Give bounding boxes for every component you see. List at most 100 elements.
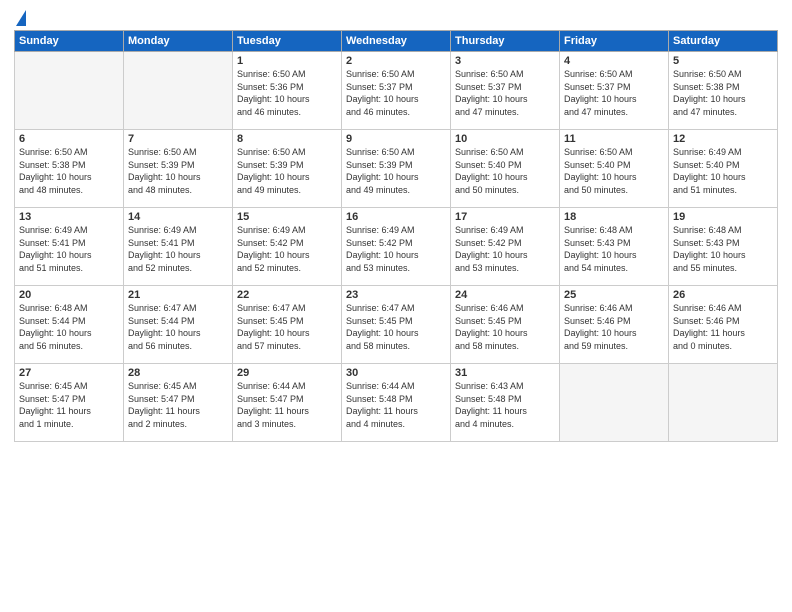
calendar-cell: 14Sunrise: 6:49 AM Sunset: 5:41 PM Dayli… — [124, 208, 233, 286]
day-number: 12 — [673, 133, 773, 145]
day-info: Sunrise: 6:50 AM Sunset: 5:37 PM Dayligh… — [346, 68, 446, 118]
calendar-cell: 31Sunrise: 6:43 AM Sunset: 5:48 PM Dayli… — [451, 364, 560, 442]
day-info: Sunrise: 6:49 AM Sunset: 5:42 PM Dayligh… — [455, 224, 555, 274]
day-info: Sunrise: 6:50 AM Sunset: 5:37 PM Dayligh… — [564, 68, 664, 118]
day-number: 17 — [455, 211, 555, 223]
calendar-header-saturday: Saturday — [669, 31, 778, 52]
day-number: 14 — [128, 211, 228, 223]
calendar-header-wednesday: Wednesday — [342, 31, 451, 52]
calendar-cell: 3Sunrise: 6:50 AM Sunset: 5:37 PM Daylig… — [451, 52, 560, 130]
day-number: 1 — [237, 55, 337, 67]
day-info: Sunrise: 6:49 AM Sunset: 5:41 PM Dayligh… — [19, 224, 119, 274]
day-number: 19 — [673, 211, 773, 223]
day-number: 9 — [346, 133, 446, 145]
day-info: Sunrise: 6:48 AM Sunset: 5:43 PM Dayligh… — [564, 224, 664, 274]
calendar-header-sunday: Sunday — [15, 31, 124, 52]
day-number: 11 — [564, 133, 664, 145]
day-number: 23 — [346, 289, 446, 301]
calendar-cell — [560, 364, 669, 442]
calendar-cell: 21Sunrise: 6:47 AM Sunset: 5:44 PM Dayli… — [124, 286, 233, 364]
day-number: 7 — [128, 133, 228, 145]
header — [14, 10, 778, 24]
calendar-cell: 16Sunrise: 6:49 AM Sunset: 5:42 PM Dayli… — [342, 208, 451, 286]
calendar-cell: 4Sunrise: 6:50 AM Sunset: 5:37 PM Daylig… — [560, 52, 669, 130]
day-info: Sunrise: 6:45 AM Sunset: 5:47 PM Dayligh… — [128, 380, 228, 430]
day-number: 27 — [19, 367, 119, 379]
day-info: Sunrise: 6:50 AM Sunset: 5:37 PM Dayligh… — [455, 68, 555, 118]
calendar-header-friday: Friday — [560, 31, 669, 52]
day-info: Sunrise: 6:47 AM Sunset: 5:45 PM Dayligh… — [346, 302, 446, 352]
day-info: Sunrise: 6:46 AM Sunset: 5:45 PM Dayligh… — [455, 302, 555, 352]
day-info: Sunrise: 6:49 AM Sunset: 5:42 PM Dayligh… — [237, 224, 337, 274]
day-number: 5 — [673, 55, 773, 67]
day-info: Sunrise: 6:48 AM Sunset: 5:43 PM Dayligh… — [673, 224, 773, 274]
calendar-cell: 18Sunrise: 6:48 AM Sunset: 5:43 PM Dayli… — [560, 208, 669, 286]
day-number: 22 — [237, 289, 337, 301]
day-number: 15 — [237, 211, 337, 223]
day-info: Sunrise: 6:47 AM Sunset: 5:45 PM Dayligh… — [237, 302, 337, 352]
calendar-cell: 23Sunrise: 6:47 AM Sunset: 5:45 PM Dayli… — [342, 286, 451, 364]
page: SundayMondayTuesdayWednesdayThursdayFrid… — [0, 0, 792, 612]
day-number: 25 — [564, 289, 664, 301]
calendar-cell: 11Sunrise: 6:50 AM Sunset: 5:40 PM Dayli… — [560, 130, 669, 208]
calendar-week-row: 1Sunrise: 6:50 AM Sunset: 5:36 PM Daylig… — [15, 52, 778, 130]
calendar-cell: 6Sunrise: 6:50 AM Sunset: 5:38 PM Daylig… — [15, 130, 124, 208]
calendar: SundayMondayTuesdayWednesdayThursdayFrid… — [14, 30, 778, 442]
calendar-cell: 26Sunrise: 6:46 AM Sunset: 5:46 PM Dayli… — [669, 286, 778, 364]
calendar-cell — [669, 364, 778, 442]
day-info: Sunrise: 6:49 AM Sunset: 5:41 PM Dayligh… — [128, 224, 228, 274]
day-info: Sunrise: 6:49 AM Sunset: 5:40 PM Dayligh… — [673, 146, 773, 196]
day-info: Sunrise: 6:44 AM Sunset: 5:47 PM Dayligh… — [237, 380, 337, 430]
day-number: 26 — [673, 289, 773, 301]
calendar-header-monday: Monday — [124, 31, 233, 52]
calendar-week-row: 13Sunrise: 6:49 AM Sunset: 5:41 PM Dayli… — [15, 208, 778, 286]
day-number: 24 — [455, 289, 555, 301]
day-info: Sunrise: 6:50 AM Sunset: 5:40 PM Dayligh… — [564, 146, 664, 196]
calendar-cell: 8Sunrise: 6:50 AM Sunset: 5:39 PM Daylig… — [233, 130, 342, 208]
calendar-cell: 17Sunrise: 6:49 AM Sunset: 5:42 PM Dayli… — [451, 208, 560, 286]
calendar-cell: 5Sunrise: 6:50 AM Sunset: 5:38 PM Daylig… — [669, 52, 778, 130]
day-info: Sunrise: 6:48 AM Sunset: 5:44 PM Dayligh… — [19, 302, 119, 352]
calendar-cell: 12Sunrise: 6:49 AM Sunset: 5:40 PM Dayli… — [669, 130, 778, 208]
calendar-header-tuesday: Tuesday — [233, 31, 342, 52]
calendar-cell: 1Sunrise: 6:50 AM Sunset: 5:36 PM Daylig… — [233, 52, 342, 130]
day-info: Sunrise: 6:50 AM Sunset: 5:40 PM Dayligh… — [455, 146, 555, 196]
calendar-cell: 27Sunrise: 6:45 AM Sunset: 5:47 PM Dayli… — [15, 364, 124, 442]
calendar-cell: 25Sunrise: 6:46 AM Sunset: 5:46 PM Dayli… — [560, 286, 669, 364]
day-info: Sunrise: 6:44 AM Sunset: 5:48 PM Dayligh… — [346, 380, 446, 430]
calendar-week-row: 6Sunrise: 6:50 AM Sunset: 5:38 PM Daylig… — [15, 130, 778, 208]
calendar-week-row: 27Sunrise: 6:45 AM Sunset: 5:47 PM Dayli… — [15, 364, 778, 442]
calendar-cell: 7Sunrise: 6:50 AM Sunset: 5:39 PM Daylig… — [124, 130, 233, 208]
calendar-cell — [15, 52, 124, 130]
calendar-cell: 19Sunrise: 6:48 AM Sunset: 5:43 PM Dayli… — [669, 208, 778, 286]
calendar-cell: 29Sunrise: 6:44 AM Sunset: 5:47 PM Dayli… — [233, 364, 342, 442]
day-info: Sunrise: 6:50 AM Sunset: 5:38 PM Dayligh… — [673, 68, 773, 118]
day-number: 3 — [455, 55, 555, 67]
calendar-cell: 24Sunrise: 6:46 AM Sunset: 5:45 PM Dayli… — [451, 286, 560, 364]
day-number: 31 — [455, 367, 555, 379]
day-number: 29 — [237, 367, 337, 379]
calendar-cell — [124, 52, 233, 130]
day-number: 2 — [346, 55, 446, 67]
day-info: Sunrise: 6:46 AM Sunset: 5:46 PM Dayligh… — [564, 302, 664, 352]
day-number: 13 — [19, 211, 119, 223]
day-info: Sunrise: 6:50 AM Sunset: 5:38 PM Dayligh… — [19, 146, 119, 196]
day-number: 4 — [564, 55, 664, 67]
calendar-cell: 15Sunrise: 6:49 AM Sunset: 5:42 PM Dayli… — [233, 208, 342, 286]
day-info: Sunrise: 6:46 AM Sunset: 5:46 PM Dayligh… — [673, 302, 773, 352]
day-info: Sunrise: 6:50 AM Sunset: 5:39 PM Dayligh… — [128, 146, 228, 196]
day-info: Sunrise: 6:45 AM Sunset: 5:47 PM Dayligh… — [19, 380, 119, 430]
day-info: Sunrise: 6:50 AM Sunset: 5:36 PM Dayligh… — [237, 68, 337, 118]
calendar-cell: 22Sunrise: 6:47 AM Sunset: 5:45 PM Dayli… — [233, 286, 342, 364]
day-number: 28 — [128, 367, 228, 379]
calendar-week-row: 20Sunrise: 6:48 AM Sunset: 5:44 PM Dayli… — [15, 286, 778, 364]
day-info: Sunrise: 6:43 AM Sunset: 5:48 PM Dayligh… — [455, 380, 555, 430]
calendar-header-row: SundayMondayTuesdayWednesdayThursdayFrid… — [15, 31, 778, 52]
day-number: 8 — [237, 133, 337, 145]
day-info: Sunrise: 6:50 AM Sunset: 5:39 PM Dayligh… — [346, 146, 446, 196]
day-number: 6 — [19, 133, 119, 145]
day-number: 20 — [19, 289, 119, 301]
calendar-cell: 30Sunrise: 6:44 AM Sunset: 5:48 PM Dayli… — [342, 364, 451, 442]
day-number: 21 — [128, 289, 228, 301]
calendar-cell: 10Sunrise: 6:50 AM Sunset: 5:40 PM Dayli… — [451, 130, 560, 208]
